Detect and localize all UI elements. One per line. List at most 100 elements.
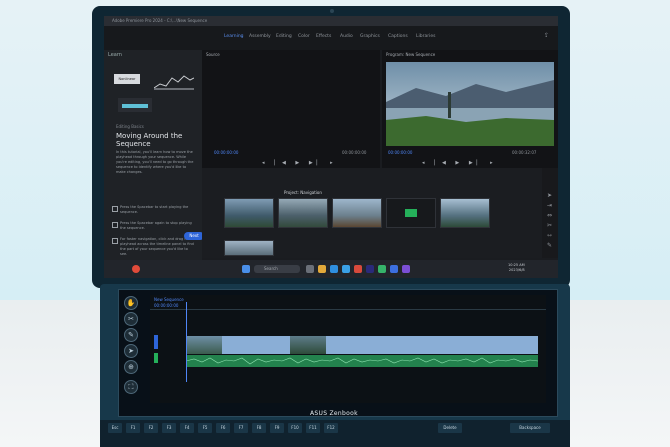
key[interactable]: Delete: [438, 423, 462, 433]
menu-item-audio[interactable]: Audio: [340, 34, 353, 39]
key[interactable]: F11: [306, 423, 320, 433]
audio-waveform: [186, 357, 538, 365]
tools-panel: ➤ ⇥ ⇔ ✂ ⇿ ✎: [542, 168, 558, 258]
zoom-tool-icon[interactable]: ⊕: [124, 360, 138, 374]
app-icon[interactable]: [378, 265, 386, 273]
edge-icon[interactable]: [330, 265, 338, 273]
key[interactable]: F5: [198, 423, 212, 433]
timeline-title[interactable]: New Sequence: [154, 297, 184, 302]
main-screen: Adobe Premiere Pro 2024 - C:\...\New Seq…: [104, 16, 558, 278]
clip-thumbnail[interactable]: [224, 240, 274, 256]
key[interactable]: F1: [126, 423, 140, 433]
tutorial-body: In this tutorial, you'll learn how to mo…: [116, 150, 194, 174]
project-tab[interactable]: Project: Navigation: [284, 190, 322, 195]
program-timecode-right: 00:00:32:07: [512, 150, 537, 155]
tutorial-badge: Nonlinear: [114, 74, 140, 84]
step-checkbox[interactable]: [112, 206, 118, 212]
key[interactable]: Esc: [108, 423, 122, 433]
taskbar-date: 2023/6/8: [508, 268, 525, 272]
clip-thumbnail[interactable]: [224, 198, 274, 228]
weather-icon[interactable]: [132, 265, 140, 273]
store-icon[interactable]: [342, 265, 350, 273]
windows-taskbar: Search 10:25 AM 2023/6/8: [104, 260, 558, 278]
file-explorer-icon[interactable]: [318, 265, 326, 273]
clip-thumbnail[interactable]: [278, 198, 328, 228]
playhead-illustration: [118, 98, 152, 112]
menu-item-libraries[interactable]: Libraries: [416, 34, 435, 39]
webcam-icon: [330, 9, 334, 13]
slip-tool-icon[interactable]: ⇿: [546, 232, 553, 239]
track-header-a1[interactable]: [154, 353, 158, 363]
key[interactable]: F7: [234, 423, 248, 433]
program-monitor-label[interactable]: Program: New Sequence: [386, 52, 435, 57]
track-select-icon[interactable]: ⇥: [546, 202, 553, 209]
key[interactable]: F3: [162, 423, 176, 433]
step-checkbox[interactable]: [112, 222, 118, 228]
source-monitor: Source 00:00:00:00 00:00:00:00 ◂ ▏◀ ▶ ▶▏…: [202, 50, 380, 168]
app-icon[interactable]: [354, 265, 362, 273]
source-transport-controls[interactable]: ◂ ▏◀ ▶ ▶▏ ▸: [262, 160, 337, 166]
key[interactable]: F4: [180, 423, 194, 433]
video-clip[interactable]: [186, 336, 538, 354]
start-icon[interactable]: [242, 265, 250, 273]
window-title: Adobe Premiere Pro 2024 - C:\...\New Seq…: [112, 18, 208, 23]
selection-tool-icon[interactable]: ➤: [124, 344, 138, 358]
premiere-icon[interactable]: [366, 265, 374, 273]
tutorial-illustration: [154, 75, 194, 90]
key[interactable]: F9: [270, 423, 284, 433]
key[interactable]: F12: [324, 423, 338, 433]
menu-item-captions[interactable]: Captions: [388, 34, 408, 39]
razor-tool-icon[interactable]: ✂: [124, 312, 138, 326]
menu-item-learning[interactable]: Learning: [224, 34, 244, 39]
source-timecode-right: 00:00:00:00: [342, 150, 367, 155]
screenpad-control-sidebar: ✋ ✂ ✎ ➤ ⊕ ⛶: [124, 296, 140, 394]
clip-thumbnail[interactable]: [332, 198, 382, 228]
next-button[interactable]: Next: [184, 232, 204, 240]
taskbar-clock[interactable]: 10:25 AM 2023/6/8: [508, 263, 525, 273]
key[interactable]: Backspace: [510, 423, 550, 433]
share-icon[interactable]: ⇪: [544, 32, 549, 39]
workspace-menubar: Learning Assembly Editing Color Effects …: [104, 26, 558, 50]
learn-panel: Learn Nonlinear Editing Basics Moving Ar…: [104, 50, 202, 278]
pen-tool-icon[interactable]: ✎: [546, 242, 553, 249]
transition-thumbnail[interactable]: [386, 198, 436, 228]
taskbar-search[interactable]: Search: [254, 265, 300, 273]
ripple-edit-icon[interactable]: ⇔: [546, 212, 553, 219]
window-titlebar: Adobe Premiere Pro 2024 - C:\...\New Seq…: [104, 16, 558, 26]
step-text: For faster navigation, click and drag th…: [120, 237, 194, 256]
source-timecode-left: 00:00:00:00: [214, 150, 239, 155]
menu-item-editing[interactable]: Editing: [276, 34, 292, 39]
timeline-playhead[interactable]: [186, 302, 187, 382]
menu-item-color[interactable]: Color: [298, 34, 310, 39]
video-clip-thumbnail[interactable]: [186, 336, 222, 354]
keyboard: Esc F1 F2 F3 F4 F5 F6 F7 F8 F9 F10 F11 F…: [100, 420, 570, 447]
pen-tool-icon[interactable]: ✎: [124, 328, 138, 342]
key[interactable]: F2: [144, 423, 158, 433]
hand-tool-icon[interactable]: ✋: [124, 296, 138, 310]
key[interactable]: F6: [216, 423, 230, 433]
key[interactable]: F10: [288, 423, 302, 433]
task-view-icon[interactable]: [306, 265, 314, 273]
learn-panel-header: Learn: [108, 52, 122, 58]
video-clip-thumbnail[interactable]: [290, 336, 326, 354]
program-monitor: Program: New Sequence 00:00:00:00 00:00:…: [382, 50, 558, 168]
track-header-v1[interactable]: [154, 335, 158, 349]
source-monitor-label[interactable]: Source: [206, 52, 220, 57]
menu-item-assembly[interactable]: Assembly: [249, 34, 271, 39]
fullscreen-icon[interactable]: ⛶: [124, 380, 138, 394]
menu-item-effects[interactable]: Effects: [316, 34, 331, 39]
step-text: Press the Spacebar to start playing the …: [120, 205, 189, 214]
time-ruler: [150, 309, 546, 310]
menu-item-graphics[interactable]: Graphics: [360, 34, 380, 39]
timeline-timecode: 00:00:00:00: [154, 303, 179, 308]
selection-tool-icon[interactable]: ➤: [546, 192, 553, 199]
app-icon[interactable]: [390, 265, 398, 273]
clip-thumbnail[interactable]: [440, 198, 490, 228]
program-transport-controls[interactable]: ◂ ▏◀ ▶ ▶▏ ▸: [422, 160, 497, 166]
key[interactable]: F8: [252, 423, 266, 433]
step-checkbox[interactable]: [112, 238, 118, 244]
tutorial-title: Moving Around the Sequence: [116, 132, 183, 148]
brand-logo: ASUS Zenbook: [310, 410, 358, 417]
app-icon[interactable]: [402, 265, 410, 273]
razor-tool-icon[interactable]: ✂: [546, 222, 553, 229]
